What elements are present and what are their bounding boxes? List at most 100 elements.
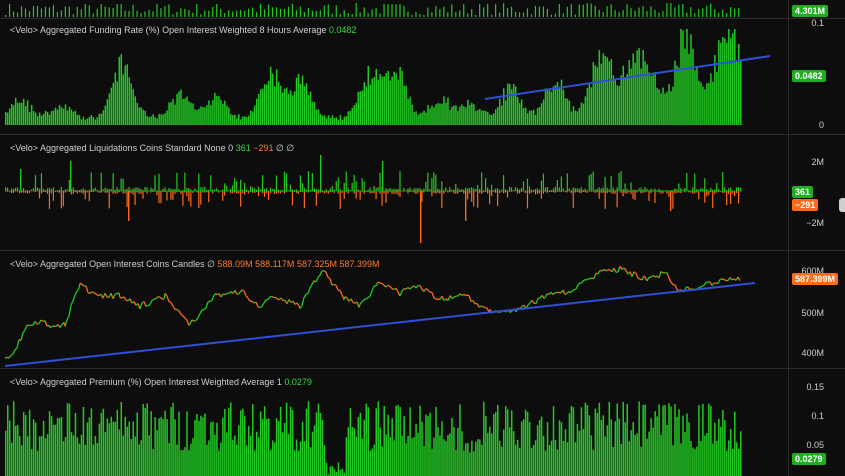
open-interest-candle <box>580 283 582 284</box>
open-interest-candle <box>442 296 444 300</box>
volume-bar <box>360 12 361 17</box>
open-interest-candle <box>268 297 270 299</box>
funding-bar <box>419 113 421 125</box>
premium-bar <box>491 434 493 476</box>
top-strip-axis: 4.301M <box>788 0 845 18</box>
funding-bar <box>533 110 535 125</box>
premium-bar <box>712 444 714 476</box>
open-interest-candle <box>264 300 266 303</box>
premium-bar <box>138 444 140 476</box>
liquidation-short-bar <box>212 191 213 193</box>
liquidation-short-bar <box>471 191 472 202</box>
liquidation-short-bar <box>525 191 526 193</box>
liquidation-long-bar <box>198 174 199 191</box>
funding-bar <box>491 115 493 125</box>
liquidation-long-bar <box>527 179 528 191</box>
funding-bar <box>381 77 383 125</box>
open-interest-title-text: <Velo> Aggregated Open Interest Coins Ca… <box>10 259 205 269</box>
funding-bar <box>310 92 312 125</box>
volume-bar <box>252 8 253 17</box>
liquidation-long-bar <box>41 173 42 191</box>
funding-bar <box>344 117 346 125</box>
open-interest-candle <box>65 320 67 326</box>
open-interest-candle <box>667 273 669 278</box>
funding-plot[interactable] <box>0 19 788 135</box>
liquidation-short-bar <box>97 191 98 192</box>
funding-bar <box>222 104 224 125</box>
premium-bar <box>260 411 262 476</box>
liquidation-long-bar <box>278 190 279 191</box>
premium-bar <box>407 436 409 476</box>
open-interest-last-value: 587.399M <box>792 273 838 285</box>
funding-bar <box>362 90 364 125</box>
premium-bar <box>128 421 130 476</box>
liquidation-long-bar <box>652 190 653 191</box>
liquidation-long-bar <box>487 188 488 191</box>
funding-bar <box>284 89 286 125</box>
pane-resize-handle[interactable] <box>839 198 845 212</box>
liquidation-long-bar <box>433 172 434 191</box>
funding-bar <box>662 88 664 125</box>
premium-bar <box>467 443 469 476</box>
funding-bar <box>664 93 666 125</box>
liquidation-long-bar <box>204 187 205 191</box>
liquidation-short-bar <box>591 191 592 192</box>
liquidation-long-bar <box>232 185 233 191</box>
funding-title: <Velo> Aggregated Funding Rate (%) Open … <box>10 25 356 35</box>
liquidation-long-bar <box>314 188 315 191</box>
funding-bar <box>304 86 306 125</box>
funding-bar <box>320 114 322 125</box>
open-interest-candle <box>330 278 332 285</box>
liquidation-short-bar <box>399 191 400 197</box>
open-interest-candle <box>246 296 248 298</box>
liquidation-long-bar <box>650 189 651 191</box>
premium-bar <box>668 403 670 476</box>
liquidation-long-bar <box>206 190 207 191</box>
open-interest-candle <box>206 302 208 308</box>
premium-bar <box>79 444 81 476</box>
liquidation-long-bar <box>603 187 604 191</box>
open-interest-candle <box>45 321 47 326</box>
volume-bar <box>583 5 584 17</box>
open-interest-candle <box>320 271 322 275</box>
funding-bar <box>162 114 164 125</box>
funding-bar <box>119 57 121 125</box>
volume-bar <box>276 7 277 17</box>
volume-bar <box>184 9 185 17</box>
liquidation-short-bar <box>123 191 124 194</box>
premium-bar <box>561 422 563 476</box>
liquidation-long-bar <box>81 189 82 191</box>
premium-bar <box>206 445 208 476</box>
open-interest-candle <box>156 297 158 299</box>
liquidation-short-bar <box>298 191 299 194</box>
liquidation-long-bar <box>338 177 339 191</box>
liquidation-short-bar <box>81 191 82 193</box>
liquidation-long-bar <box>65 190 66 191</box>
funding-bar <box>101 114 103 125</box>
liquidation-short-bar <box>559 191 560 192</box>
liquidation-long-bar <box>31 190 32 191</box>
volume-bar <box>435 6 436 17</box>
volume-bar <box>463 4 464 17</box>
premium-bar <box>91 408 93 476</box>
liquidation-long-bar <box>316 189 317 191</box>
funding-title-value: 0.0482 <box>329 25 357 35</box>
liquidations-title: <Velo> Aggregated Liquidations Coins Sta… <box>10 143 294 154</box>
premium-bar <box>372 449 374 476</box>
open-interest-candle <box>297 303 299 306</box>
funding-bar <box>81 119 83 125</box>
funding-bar <box>196 110 198 125</box>
liquidation-long-bar <box>555 187 556 191</box>
funding-bar <box>379 74 381 125</box>
liquidation-short-bar <box>555 191 556 193</box>
open-interest-candle <box>204 308 206 310</box>
liquidation-long-bar <box>469 188 470 191</box>
volume-bar <box>451 4 452 17</box>
premium-bar <box>423 446 425 476</box>
funding-bar <box>573 106 575 125</box>
volume-bar <box>348 13 349 17</box>
open-interest-candle <box>396 288 398 292</box>
funding-bar <box>399 67 401 125</box>
premium-bar <box>575 442 577 476</box>
funding-bar <box>372 79 374 125</box>
